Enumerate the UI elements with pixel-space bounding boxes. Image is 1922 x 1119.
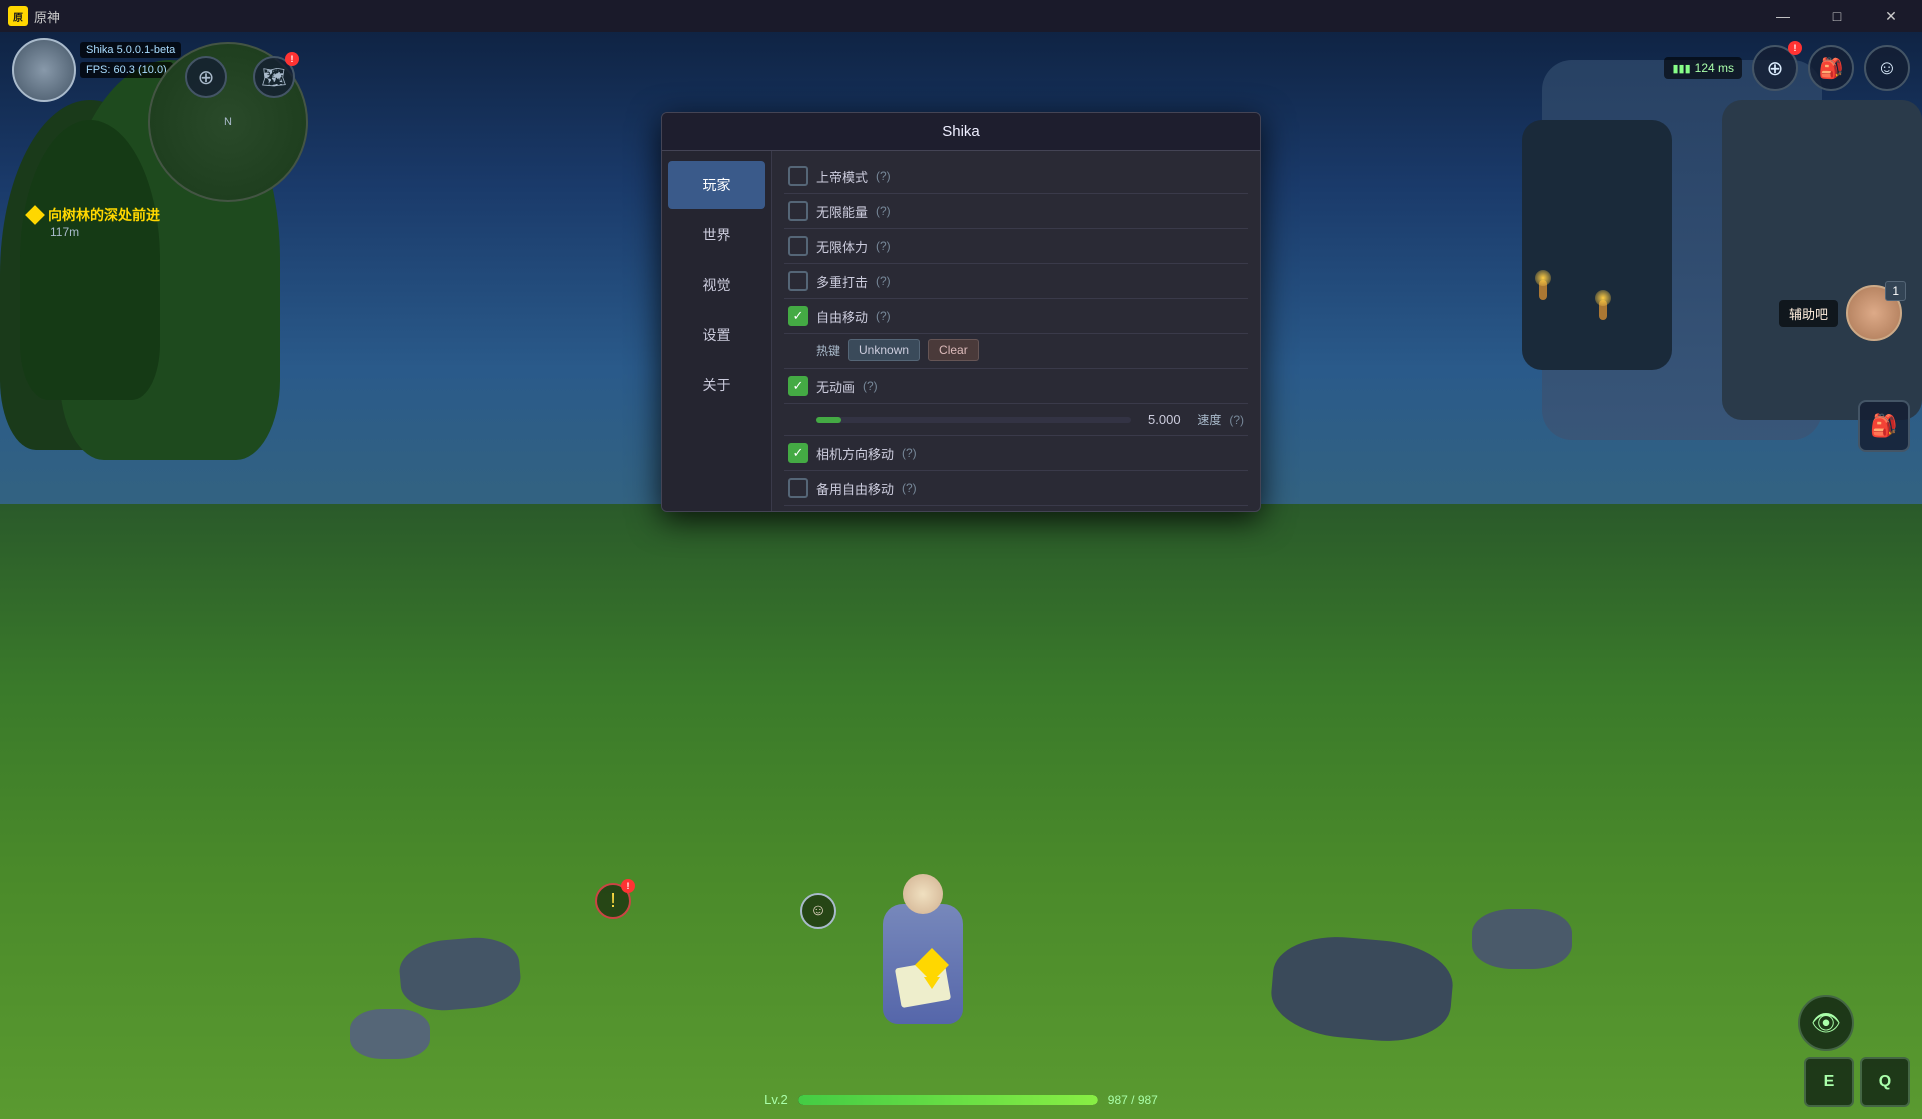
hotkey-unknown-btn[interactable]: Unknown (848, 339, 920, 361)
sidebar-nav-about[interactable]: 关于 (668, 361, 765, 409)
speed-slider-row: 5.000 速度 (?) (784, 404, 1248, 436)
help-infinite-energy[interactable]: (?) (876, 204, 891, 218)
help-godmode[interactable]: (?) (876, 169, 891, 183)
toggle-row-speed-mode: 速度模式 (?) (784, 506, 1248, 511)
window-controls: — □ ✕ (1760, 0, 1914, 32)
help-camera-move[interactable]: (?) (902, 446, 917, 460)
label-alt-free-move: 备用自由移动 (816, 479, 894, 498)
speed-label: 速度 (1197, 411, 1221, 428)
maximize-button[interactable]: □ (1814, 0, 1860, 32)
checkbox-no-anim[interactable] (788, 376, 808, 396)
checkbox-infinite-stamina[interactable] (788, 236, 808, 256)
toggle-row-alt-free-move: 备用自由移动 (?) (784, 471, 1248, 506)
titlebar: 原 原神 — □ ✕ (0, 0, 1922, 32)
checkbox-free-move[interactable] (788, 306, 808, 326)
toggle-row-free-move: 自由移动 (?) (784, 299, 1248, 334)
hotkey-clear-btn[interactable]: Clear (928, 339, 979, 361)
help-infinite-stamina[interactable]: (?) (876, 239, 891, 253)
toggle-row-godmode: 上帝模式 (?) (784, 159, 1248, 194)
modal-overlay: Shika 玩家 世界 视觉 设置 关于 (0, 32, 1922, 1119)
toggle-row-camera-move: 相机方向移动 (?) (784, 436, 1248, 471)
hotkey-row: 热键 Unknown Clear (784, 334, 1248, 369)
help-multi-hit[interactable]: (?) (876, 274, 891, 288)
checkbox-alt-free-move[interactable] (788, 478, 808, 498)
speed-value: 5.000 (1139, 412, 1189, 427)
modal-content: 上帝模式 (?) 无限能量 (?) 无限体力 (?) (772, 151, 1260, 511)
sidebar-nav-visual[interactable]: 视觉 (668, 261, 765, 309)
sidebar-nav-world[interactable]: 世界 (668, 211, 765, 259)
modal-panel: Shika 玩家 世界 视觉 设置 关于 (661, 112, 1261, 512)
hotkey-label: 热键 (816, 342, 840, 359)
sidebar-nav-settings[interactable]: 设置 (668, 311, 765, 359)
app-icon: 原 (8, 6, 28, 26)
checkbox-multi-hit[interactable] (788, 271, 808, 291)
label-godmode: 上帝模式 (816, 167, 868, 186)
checkbox-godmode[interactable] (788, 166, 808, 186)
help-free-move[interactable]: (?) (876, 309, 891, 323)
label-infinite-energy: 无限能量 (816, 202, 868, 221)
app-icon-text: 原 (13, 9, 23, 24)
checkbox-camera-move[interactable] (788, 443, 808, 463)
close-button[interactable]: ✕ (1868, 0, 1914, 32)
label-camera-move: 相机方向移动 (816, 444, 894, 463)
speed-slider-fill (816, 417, 841, 423)
label-infinite-stamina: 无限体力 (816, 237, 868, 256)
label-free-move: 自由移动 (816, 307, 868, 326)
toggle-row-infinite-energy: 无限能量 (?) (784, 194, 1248, 229)
label-multi-hit: 多重打击 (816, 272, 868, 291)
toggle-row-multi-hit: 多重打击 (?) (784, 264, 1248, 299)
toggle-row-no-anim: 无动画 (?) (784, 369, 1248, 404)
sidebar-nav-player[interactable]: 玩家 (668, 161, 765, 209)
help-no-anim[interactable]: (?) (863, 379, 878, 393)
minimize-button[interactable]: — (1760, 0, 1806, 32)
modal-header: Shika (662, 113, 1260, 151)
modal-body: 玩家 世界 视觉 设置 关于 上帝 (662, 151, 1260, 511)
titlebar-title: 原神 (34, 7, 60, 26)
toggle-row-infinite-stamina: 无限体力 (?) (784, 229, 1248, 264)
speed-help[interactable]: (?) (1229, 413, 1244, 427)
speed-slider-track[interactable] (816, 417, 1131, 423)
modal-sidebar: 玩家 世界 视觉 设置 关于 (662, 151, 772, 511)
label-no-anim: 无动画 (816, 377, 855, 396)
checkbox-infinite-energy[interactable] (788, 201, 808, 221)
help-alt-free-move[interactable]: (?) (902, 481, 917, 495)
